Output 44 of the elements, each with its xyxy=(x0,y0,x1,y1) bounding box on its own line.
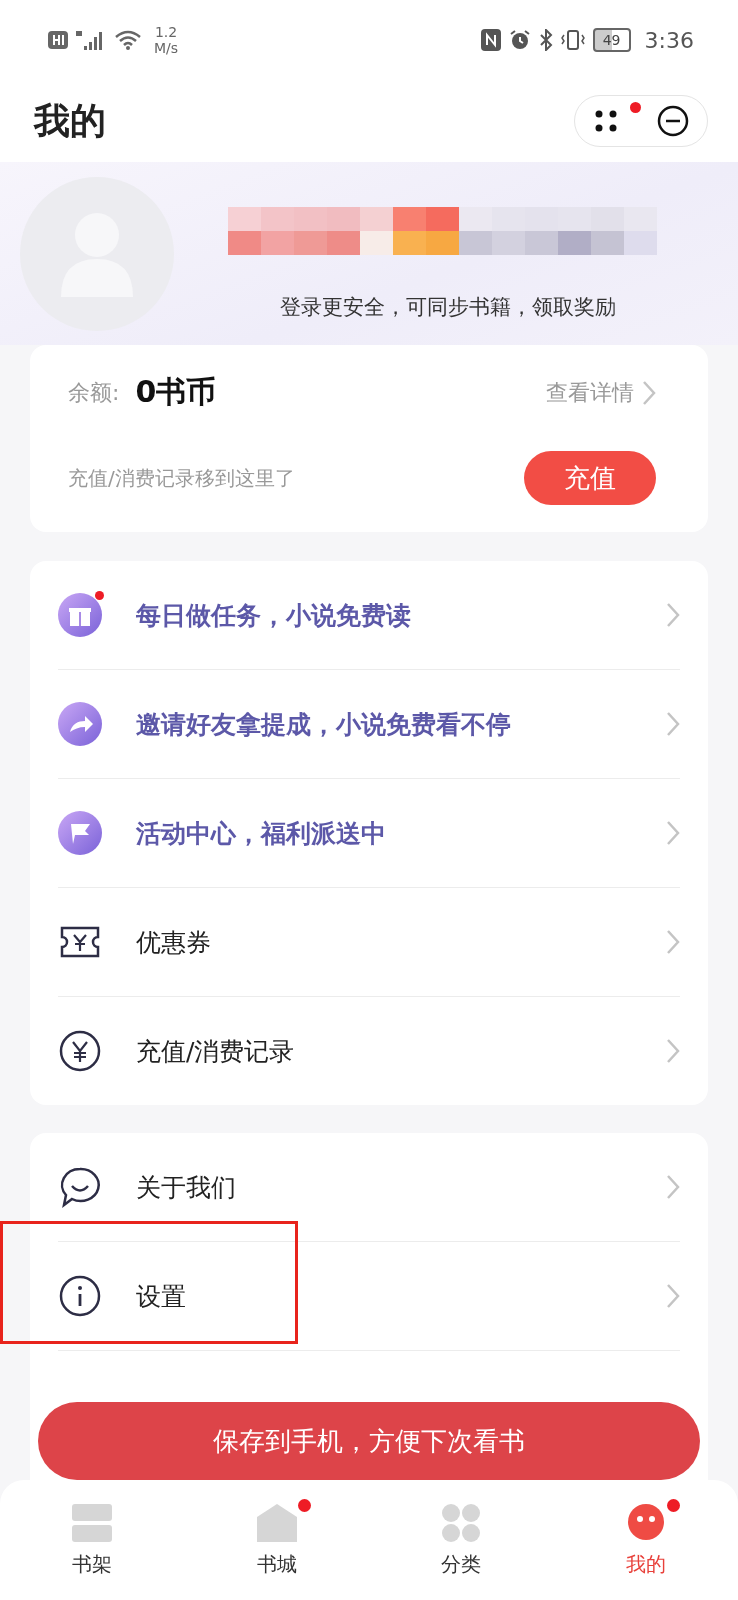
minimize-icon[interactable] xyxy=(657,105,689,137)
chevron-icon xyxy=(666,602,680,628)
gift-icon xyxy=(58,593,102,637)
house-icon xyxy=(254,1502,299,1543)
page-title: 我的 xyxy=(34,98,106,143)
chevron-icon xyxy=(666,1174,680,1200)
chevron-icon xyxy=(666,1283,680,1309)
balance-note: 充值/消费记录移到这里了 xyxy=(68,464,295,492)
battery-level: 49 xyxy=(592,28,631,52)
balance-label: 余额: xyxy=(68,378,120,407)
network-speed: 1.2 xyxy=(154,24,178,40)
menu-item[interactable]: 优惠券 xyxy=(136,925,211,959)
menu-item[interactable]: 活动中心，福利派送中 xyxy=(136,816,386,850)
menu-item[interactable]: 设置 xyxy=(136,1279,186,1313)
nfc-icon xyxy=(480,29,501,51)
speed-unit: M/s xyxy=(154,40,179,56)
shelf-icon xyxy=(70,1502,115,1543)
menu-item[interactable]: 关于我们 xyxy=(136,1170,236,1204)
chat-icon xyxy=(58,1165,102,1209)
chevron-icon xyxy=(666,929,680,955)
info-icon xyxy=(58,1274,102,1318)
clock-time: 3:36 xyxy=(644,27,694,53)
balance-amount: 0书币 xyxy=(135,373,217,411)
hd-icon xyxy=(48,31,68,49)
recharge-button[interactable]: 充值 xyxy=(524,451,656,505)
login-prompt[interactable]: 登录更安全，可同步书籍，领取奖励 xyxy=(280,292,616,321)
chevron-icon xyxy=(666,820,680,846)
tab[interactable]: 分类 xyxy=(411,1501,512,1579)
tab[interactable]: 书城 xyxy=(226,1501,327,1579)
chevron-icon xyxy=(642,379,656,406)
menu-item[interactable]: 充值/消费记录 xyxy=(136,1034,295,1068)
save-prompt-toast[interactable]: 保存到手机，方便下次看书 xyxy=(38,1402,700,1480)
bluetooth-icon xyxy=(538,29,553,51)
chevron-icon xyxy=(666,711,680,737)
wifi-icon xyxy=(114,29,142,51)
flag-icon xyxy=(58,811,102,855)
alarm-icon xyxy=(508,29,531,51)
tab[interactable]: 我的 xyxy=(595,1501,696,1579)
tab[interactable]: 书架 xyxy=(42,1501,143,1579)
vibrate-icon xyxy=(560,29,585,51)
chevron-icon xyxy=(666,1038,680,1064)
menu-item[interactable]: 邀请好友拿提成，小说免费看不停 xyxy=(136,707,511,741)
menu-item[interactable]: 每日做任务，小说免费读 xyxy=(136,598,411,632)
yen-icon xyxy=(58,1029,102,1073)
